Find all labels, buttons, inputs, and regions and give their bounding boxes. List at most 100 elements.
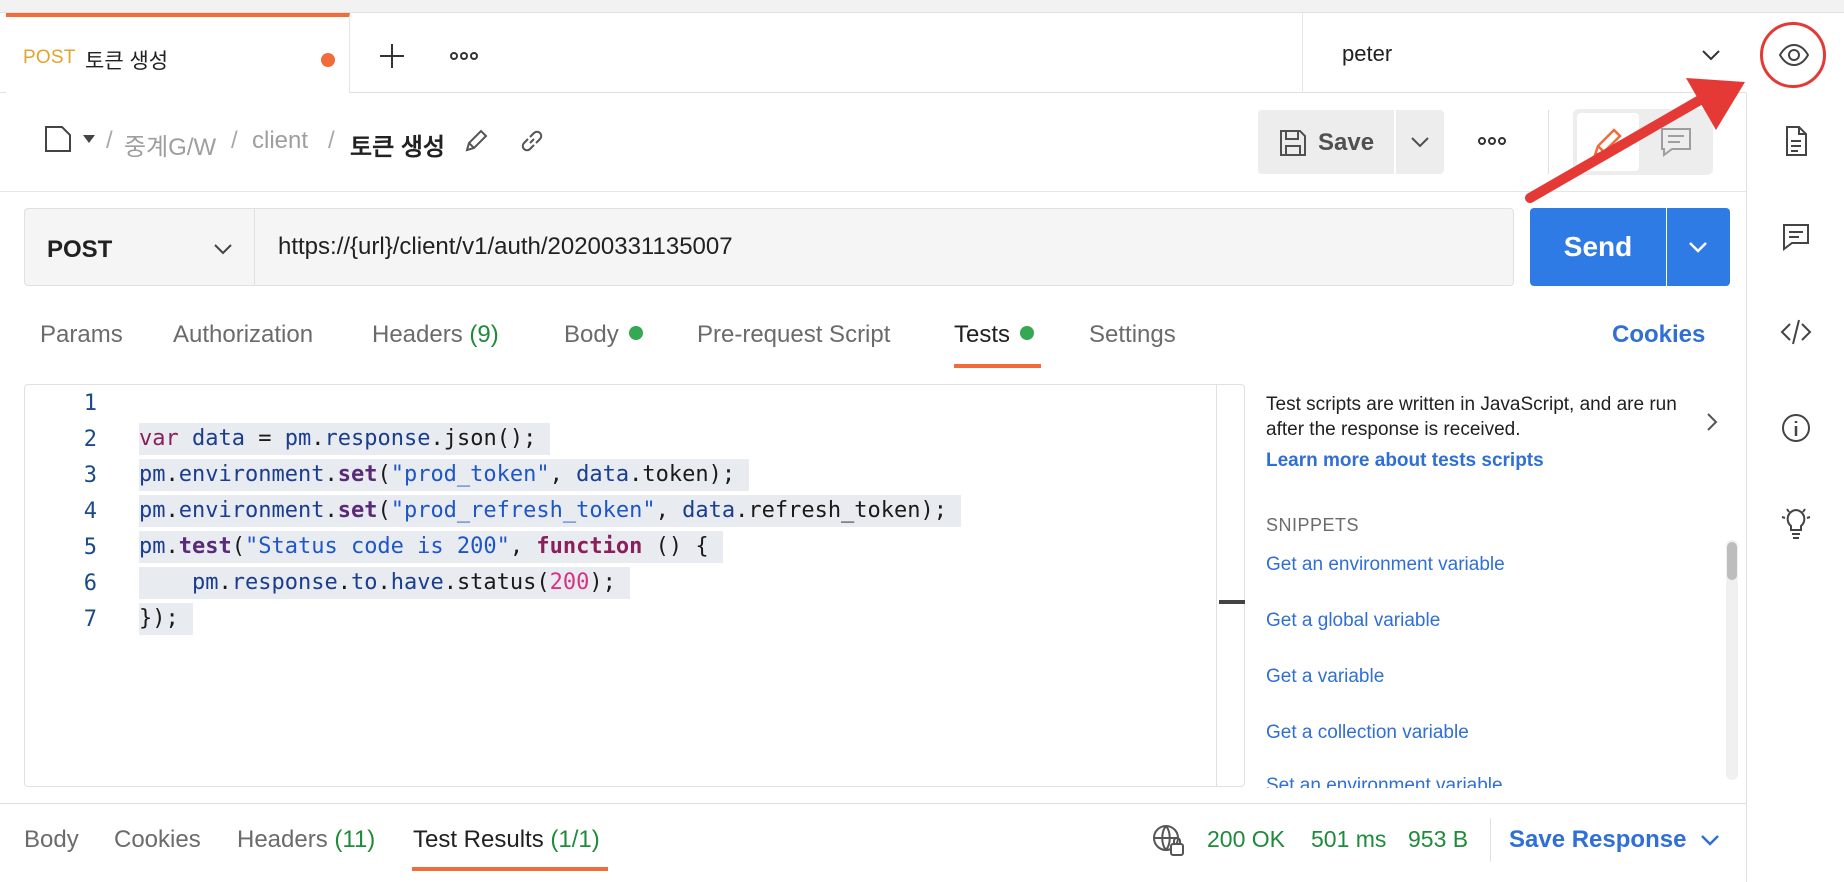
response-tab-test-results-label: Test Results bbox=[413, 826, 544, 853]
snippet-item[interactable]: Get an environment variable bbox=[1266, 554, 1505, 576]
copy-link-button[interactable] bbox=[518, 127, 546, 155]
learn-more-link[interactable]: Learn more about tests scripts bbox=[1266, 450, 1544, 472]
snippet-item[interactable]: Get a global variable bbox=[1266, 610, 1440, 632]
snippets-heading: SNIPPETS bbox=[1266, 515, 1360, 535]
info-button[interactable] bbox=[1778, 410, 1814, 446]
code-line: }); bbox=[139, 603, 193, 635]
code-icon bbox=[1780, 319, 1812, 345]
divider bbox=[1548, 110, 1549, 174]
tab-more-button[interactable] bbox=[446, 38, 482, 74]
response-tab-headers[interactable]: Headers (11) bbox=[237, 826, 375, 854]
plus-icon bbox=[380, 44, 404, 68]
breadcrumb-current: 토큰 생성 bbox=[350, 134, 445, 161]
snippet-item[interactable]: Set an environment variable bbox=[1266, 775, 1503, 788]
comment-icon bbox=[1661, 128, 1691, 157]
save-response-button[interactable]: Save Response bbox=[1509, 826, 1686, 854]
status-dot bbox=[628, 326, 643, 340]
tab-settings[interactable]: Settings bbox=[1089, 321, 1176, 349]
info-icon bbox=[1782, 414, 1810, 442]
tab-body-label: Body bbox=[564, 321, 619, 348]
request-more-button[interactable] bbox=[1474, 123, 1510, 159]
tab-method: POST bbox=[23, 47, 76, 68]
tab-tests-label: Tests bbox=[954, 321, 1011, 348]
link-icon bbox=[521, 130, 543, 152]
unsaved-dot bbox=[321, 53, 335, 67]
line-number: 7 bbox=[83, 607, 97, 632]
status-dot bbox=[1020, 326, 1035, 340]
network-info-button[interactable] bbox=[1150, 822, 1186, 858]
response-tab-test-results[interactable]: Test Results (1/1) bbox=[413, 826, 600, 854]
response-status[interactable]: 200 OK bbox=[1207, 826, 1285, 853]
line-number: 5 bbox=[83, 535, 97, 560]
line-number: 6 bbox=[83, 571, 97, 596]
method-label: POST bbox=[47, 236, 113, 263]
environment-selector[interactable]: peter bbox=[1302, 13, 1746, 93]
breadcrumb-item-folder[interactable]: client bbox=[252, 127, 308, 155]
documentation-button[interactable] bbox=[1778, 123, 1814, 159]
comments-button[interactable] bbox=[1778, 219, 1814, 255]
response-tab-test-results-count: (1/1) bbox=[550, 826, 600, 853]
line-number: 2 bbox=[83, 427, 97, 452]
code-snippet-button[interactable] bbox=[1778, 314, 1814, 350]
response-tab-headers-label: Headers bbox=[237, 826, 328, 853]
eye-icon bbox=[1778, 43, 1810, 67]
cookies-link[interactable]: Cookies bbox=[1612, 321, 1705, 349]
snippets-scroll-thumb[interactable] bbox=[1727, 542, 1737, 580]
send-options-button[interactable] bbox=[1667, 208, 1730, 286]
method-select[interactable]: POST bbox=[24, 208, 255, 286]
save-button[interactable]: Save bbox=[1258, 110, 1394, 174]
response-size[interactable]: 953 B bbox=[1408, 826, 1468, 853]
mode-toggle bbox=[1573, 109, 1713, 175]
new-tab-button[interactable] bbox=[374, 38, 410, 74]
tab-body[interactable]: Body bbox=[564, 321, 643, 349]
breadcrumb: / 중계G/W / client / 토큰 생성 Save bbox=[0, 93, 1746, 192]
chevron-right-icon bbox=[1707, 413, 1718, 431]
line-gutter: 1 2 3 4 5 6 7 bbox=[25, 385, 105, 786]
line-number: 3 bbox=[83, 463, 97, 488]
tab-title: 토큰 생성 bbox=[85, 50, 169, 73]
chevron-down-icon bbox=[1702, 50, 1720, 61]
save-options-button[interactable] bbox=[1396, 110, 1444, 174]
tab-tests[interactable]: Tests bbox=[954, 321, 1035, 349]
right-sidebar bbox=[1746, 93, 1844, 882]
environment-quick-look-button[interactable] bbox=[1777, 38, 1811, 72]
caret-down-icon[interactable] bbox=[82, 133, 96, 145]
chevron-down-icon[interactable] bbox=[1698, 828, 1722, 852]
code-line: pm.environment.set("prod_token", data.to… bbox=[139, 459, 750, 491]
tab-params[interactable]: Params bbox=[40, 321, 123, 349]
editor-scrollbar[interactable] bbox=[1216, 385, 1246, 786]
code-line: pm.test("Status code is 200", function (… bbox=[139, 531, 723, 563]
response-tab-headers-count: (11) bbox=[334, 826, 376, 853]
editor-scroll-thumb[interactable] bbox=[1219, 600, 1245, 604]
request-tab[interactable]: POST 토큰 생성 bbox=[6, 13, 350, 93]
more-icon bbox=[450, 52, 478, 60]
response-tab-cookies[interactable]: Cookies bbox=[114, 826, 201, 854]
code-editor[interactable]: 1 2 3 4 5 6 7 var data = pm.response.jso… bbox=[24, 384, 1245, 787]
send-button[interactable]: Send bbox=[1530, 208, 1666, 286]
tab-headers[interactable]: Headers (9) bbox=[372, 321, 499, 349]
snippet-item[interactable]: Get a variable bbox=[1266, 666, 1384, 688]
edit-mode-button[interactable] bbox=[1577, 113, 1639, 171]
more-icon bbox=[1478, 137, 1506, 145]
suggestions-button[interactable] bbox=[1778, 505, 1814, 541]
code-line: pm.environment.set("prod_refresh_token",… bbox=[139, 495, 962, 527]
code-line: var data = pm.response.json(); bbox=[139, 423, 551, 455]
tab-pre-request-script[interactable]: Pre-request Script bbox=[697, 321, 890, 349]
breadcrumb-item-collection[interactable]: 중계G/W bbox=[124, 127, 216, 162]
snippet-clip: Set an environment variable bbox=[1250, 760, 1730, 788]
breadcrumb-separator: / bbox=[106, 127, 113, 154]
rename-button[interactable] bbox=[462, 127, 490, 155]
line-number: 1 bbox=[83, 391, 97, 416]
comment-mode-button[interactable] bbox=[1645, 113, 1707, 171]
window-top-strip bbox=[0, 0, 1844, 13]
collapse-panel-button[interactable] bbox=[1700, 410, 1724, 434]
response-time[interactable]: 501 ms bbox=[1311, 826, 1386, 853]
response-tab-body[interactable]: Body bbox=[24, 826, 79, 854]
save-icon bbox=[1280, 130, 1306, 156]
url-input[interactable] bbox=[255, 208, 1514, 286]
save-label: Save bbox=[1318, 129, 1375, 156]
snippets-scrollbar[interactable] bbox=[1726, 540, 1738, 780]
snippet-item[interactable]: Get a collection variable bbox=[1266, 722, 1469, 744]
tab-authorization[interactable]: Authorization bbox=[173, 321, 313, 349]
pencil-icon bbox=[1593, 128, 1622, 157]
